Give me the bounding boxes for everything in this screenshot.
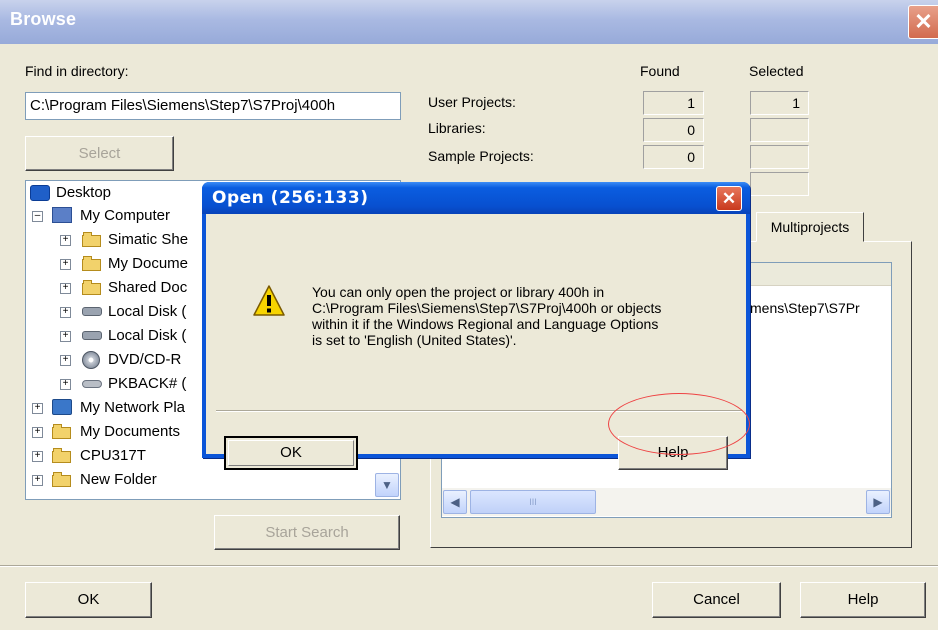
documents-icon xyxy=(52,424,72,439)
dialog-ok-button[interactable]: OK xyxy=(224,436,358,470)
message-line: is set to 'English (United States)'. xyxy=(312,332,517,348)
select-button[interactable]: Select xyxy=(25,136,174,171)
dialog-close-button[interactable]: ✕ xyxy=(716,186,742,211)
desktop-icon xyxy=(30,185,50,201)
scroll-thumb[interactable]: III xyxy=(470,490,596,514)
project-path-cell: mens\Step7\S7Pr xyxy=(750,300,860,316)
collapse-toggle[interactable]: – xyxy=(32,211,43,222)
sample-projects-found: 0 xyxy=(643,145,704,169)
find-in-directory-label: Find in directory: xyxy=(25,63,129,79)
sample-projects-selected xyxy=(750,145,809,169)
expand-toggle[interactable]: + xyxy=(60,259,71,270)
cd-drive-icon xyxy=(82,351,100,369)
expand-toggle[interactable]: + xyxy=(60,235,71,246)
message-line: You can only open the project or library… xyxy=(312,284,605,300)
start-search-button[interactable]: Start Search xyxy=(214,515,400,550)
folder-icon xyxy=(82,232,102,247)
dialog-title: Open (256:133) xyxy=(212,188,369,208)
folder-icon xyxy=(52,448,72,463)
expand-toggle[interactable]: + xyxy=(60,307,71,318)
expand-toggle[interactable]: + xyxy=(60,379,71,390)
message-line: within it if the Windows Regional and La… xyxy=(312,316,659,332)
folder-icon xyxy=(82,280,102,295)
drive-icon xyxy=(82,380,102,388)
computer-icon xyxy=(52,207,72,223)
scroll-left-icon[interactable]: ◀ xyxy=(443,490,467,514)
tab-multiprojects[interactable]: Multiprojects xyxy=(756,212,864,242)
network-icon xyxy=(52,399,72,415)
expand-toggle[interactable]: + xyxy=(60,355,71,366)
horizontal-scrollbar[interactable]: ◀ III ▶ xyxy=(442,488,891,516)
folder-icon xyxy=(52,472,72,487)
drive-icon xyxy=(82,331,102,340)
browse-close-button[interactable]: ✕ xyxy=(908,5,938,39)
expand-toggle[interactable]: + xyxy=(60,331,71,342)
expand-toggle[interactable]: + xyxy=(32,403,43,414)
libraries-found: 0 xyxy=(643,118,704,142)
libraries-selected xyxy=(750,118,809,142)
extra-selected-box xyxy=(750,172,809,196)
dialog-title-bar: Open (256:133) ✕ xyxy=(202,182,750,214)
folder-icon xyxy=(82,256,102,271)
warning-icon xyxy=(253,285,285,316)
highlight-circle xyxy=(608,393,750,455)
expand-toggle[interactable]: + xyxy=(32,475,43,486)
cancel-button[interactable]: Cancel xyxy=(652,582,781,618)
found-header: Found xyxy=(640,63,680,79)
help-button[interactable]: Help xyxy=(800,582,926,618)
ok-button[interactable]: OK xyxy=(25,582,152,618)
user-projects-found: 1 xyxy=(643,91,704,115)
expand-toggle[interactable]: + xyxy=(32,427,43,438)
footer-divider xyxy=(0,565,938,567)
directory-input[interactable]: C:\Program Files\Siemens\Step7\S7Proj\40… xyxy=(25,92,401,120)
libraries-label: Libraries: xyxy=(428,120,486,136)
browse-title: Browse xyxy=(10,9,77,29)
message-line: C:\Program Files\Siemens\Step7\S7Proj\40… xyxy=(312,300,662,316)
sample-projects-label: Sample Projects: xyxy=(428,148,534,164)
user-projects-selected: 1 xyxy=(750,91,809,115)
scroll-down-icon[interactable]: ▼ xyxy=(375,473,399,497)
user-projects-label: User Projects: xyxy=(428,94,516,110)
scroll-right-icon[interactable]: ▶ xyxy=(866,490,890,514)
dialog-message: You can only open the project or library… xyxy=(312,284,732,348)
expand-toggle[interactable]: + xyxy=(32,451,43,462)
expand-toggle[interactable]: + xyxy=(60,283,71,294)
browse-title-bar: Browse xyxy=(0,0,938,44)
drive-icon xyxy=(82,307,102,316)
selected-header: Selected xyxy=(749,63,804,79)
